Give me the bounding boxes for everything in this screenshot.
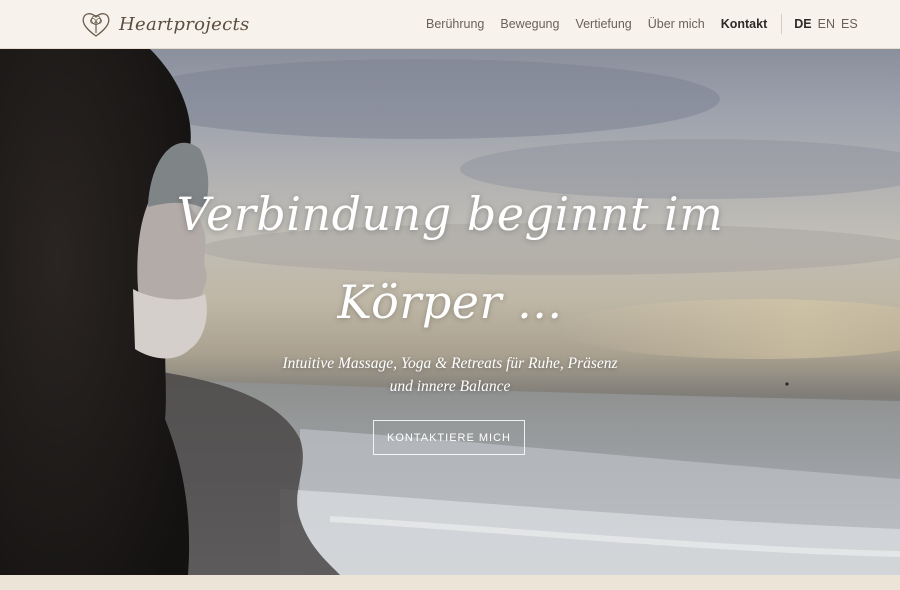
nav-link-beruehrung[interactable]: Berührung [426, 17, 484, 31]
heart-tree-icon [82, 13, 110, 37]
hero-section: Verbindung beginnt im Körper ... Intuiti… [0, 49, 900, 575]
language-de[interactable]: DE [794, 17, 811, 31]
nav-link-ueber-mich[interactable]: Über mich [648, 17, 705, 31]
site-header: Heartprojects Berührung Bewegung Vertief… [0, 0, 900, 49]
language-en[interactable]: EN [818, 17, 835, 31]
nav-link-bewegung[interactable]: Bewegung [500, 17, 559, 31]
brand-logo[interactable]: Heartprojects [80, 8, 250, 40]
contact-button[interactable]: KONTAKTIERE MICH [373, 420, 525, 455]
hero-subtitle: Intuitive Massage, Yoga & Retreats für R… [282, 355, 618, 395]
nav-divider [781, 14, 783, 34]
nav-link-kontakt[interactable]: Kontakt [721, 17, 768, 31]
language-es[interactable]: ES [841, 17, 858, 31]
main-nav: Berührung Bewegung Vertiefung Über mich … [426, 0, 864, 48]
hero-title-line-1: Verbindung beginnt im [176, 187, 724, 241]
hero-title-line-2: Körper ... [337, 275, 563, 329]
brand-name: Heartprojects [119, 13, 250, 35]
nav-link-vertiefung[interactable]: Vertiefung [575, 17, 631, 31]
next-section-edge [0, 575, 900, 590]
